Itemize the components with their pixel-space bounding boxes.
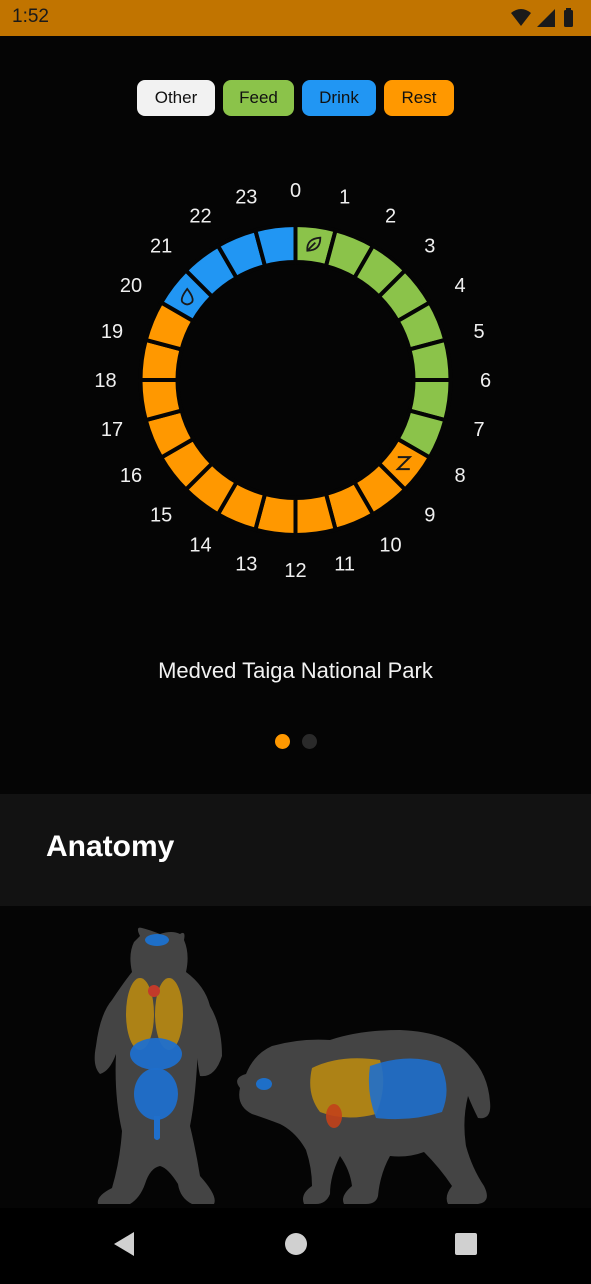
hour-label-18: 18 [94, 370, 116, 392]
hour-label-11: 11 [334, 554, 355, 576]
status-icons [511, 8, 573, 27]
page-dot-1[interactable] [274, 734, 290, 749]
hour-segment-23[interactable] [252, 222, 298, 269]
hour-segment-5[interactable] [407, 337, 453, 382]
hour-label-8: 8 [454, 465, 465, 487]
hour-label-4: 4 [454, 275, 465, 297]
hour-label-16: 16 [120, 465, 142, 487]
activity-clock[interactable]: 0 1234567891011121314151617181920212223 [0, 36, 591, 636]
status-time: 1:52 [12, 6, 49, 27]
hour-label-22: 22 [189, 205, 211, 227]
status-bar: 1:52 [0, 0, 591, 36]
hour-label-17: 17 [101, 419, 123, 441]
hour-label-5: 5 [473, 321, 484, 343]
anatomy-illustration [94, 927, 491, 1204]
hour-label-10: 10 [379, 535, 401, 557]
anatomy-section-header: Anatomy [0, 794, 591, 906]
anatomy-title: Anatomy [46, 830, 175, 863]
signal-icon [537, 9, 555, 27]
main-screen: Other Feed Drink Rest 0 1 2 3 4 5 6 7 8 9 10 11 12 13… [0, 36, 591, 1208]
page-dot-2[interactable] [301, 734, 317, 749]
hour-label-3: 3 [424, 236, 435, 258]
hour-label-19: 19 [101, 321, 123, 343]
hour-label-0: 0 [290, 180, 301, 202]
recents-icon[interactable] [455, 1233, 477, 1255]
home-icon[interactable] [285, 1233, 307, 1255]
hour-label-12: 12 [284, 560, 306, 582]
wifi-icon [511, 9, 531, 26]
hour-segment-11[interactable] [293, 491, 339, 538]
hour-label-14: 14 [189, 535, 211, 557]
hour-label-13: 13 [235, 554, 257, 576]
back-icon[interactable] [114, 1232, 134, 1256]
hour-label-21: 21 [150, 236, 172, 258]
hour-label-2: 2 [385, 205, 396, 227]
hour-label-9: 9 [424, 504, 435, 526]
standing-bear-illustration[interactable] [94, 927, 222, 1204]
hour-label-7: 7 [473, 419, 484, 441]
page-indicator [0, 734, 591, 749]
hour-label-20: 20 [120, 275, 142, 297]
hour-label-15: 15 [150, 504, 172, 526]
location-name: Medved Taiga National Park [158, 658, 433, 683]
hour-label-1: 1 [339, 186, 350, 208]
navigation-bar [0, 1208, 591, 1280]
hour-segment-17[interactable] [138, 378, 184, 423]
hour-label-23: 23 [235, 186, 257, 208]
battery-icon [564, 10, 573, 27]
walking-bear-illustration[interactable] [237, 1030, 491, 1204]
nav-icons [114, 1232, 477, 1256]
hour-label-6: 6 [480, 370, 491, 392]
